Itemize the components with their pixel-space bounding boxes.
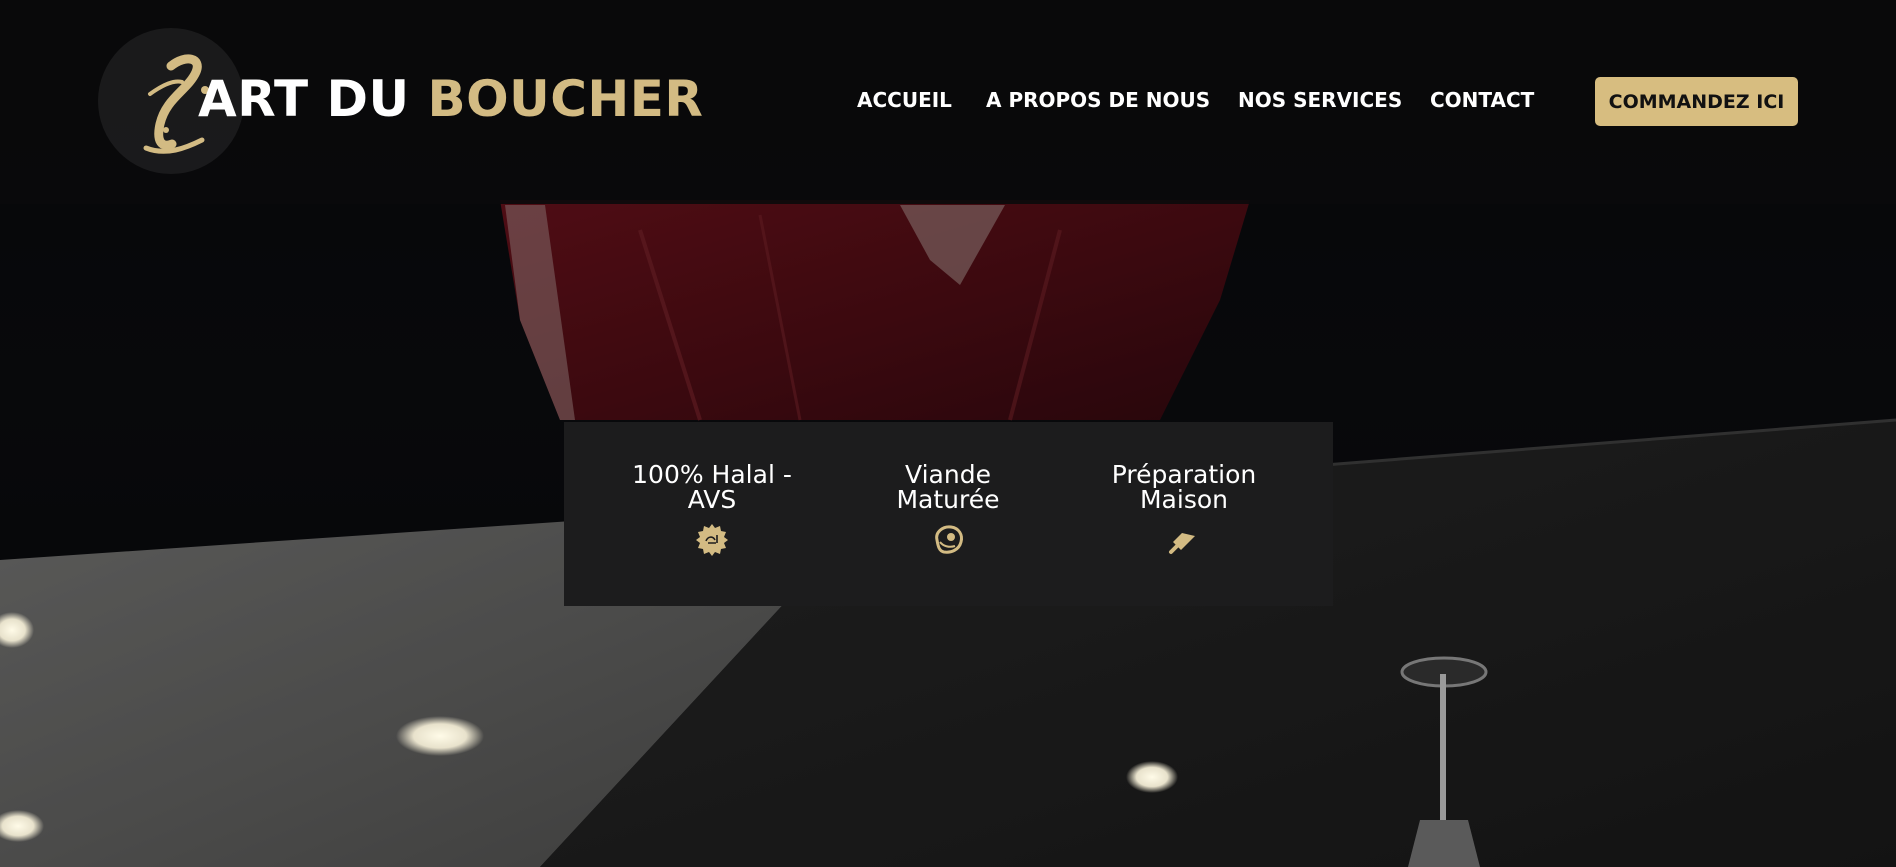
feature-halal-line2: AVS (687, 485, 737, 514)
site-header: ART DU BOUCHER ACCUEIL A PROPOS DE NOUS … (0, 0, 1896, 204)
brand-name: ART DU BOUCHER (198, 70, 703, 128)
nav-item-contact[interactable]: CONTACT (1430, 88, 1534, 112)
feature-viande-line2: Maturée (896, 485, 1000, 514)
feature-viande-line1: Viande (905, 460, 991, 489)
feature-preparation-line2: Maison (1139, 485, 1228, 514)
brand-name-white: ART DU (198, 70, 410, 128)
cleaver-icon (1169, 533, 1195, 554)
halal-seal-icon (696, 524, 728, 556)
feature-viande: Viande Maturée (848, 462, 1048, 556)
nav-item-accueil[interactable]: ACCUEIL (857, 88, 952, 112)
nav-item-a-propos[interactable]: A PROPOS DE NOUS (986, 88, 1210, 112)
brand-name-gold: BOUCHER (427, 70, 704, 128)
feature-halal: 100% Halal - AVS (612, 462, 812, 556)
order-button[interactable]: COMMANDEZ ICI (1595, 77, 1798, 126)
nav-item-services[interactable]: NOS SERVICES (1238, 88, 1402, 112)
features-box: 100% Halal - AVS Viande Maturée Préparat… (564, 422, 1333, 606)
feature-preparation-line1: Préparation (1111, 460, 1257, 489)
feature-preparation: Préparation Maison (1084, 462, 1284, 556)
feature-halal-line1: 100% Halal - (632, 460, 792, 489)
meat-icon (935, 525, 963, 554)
